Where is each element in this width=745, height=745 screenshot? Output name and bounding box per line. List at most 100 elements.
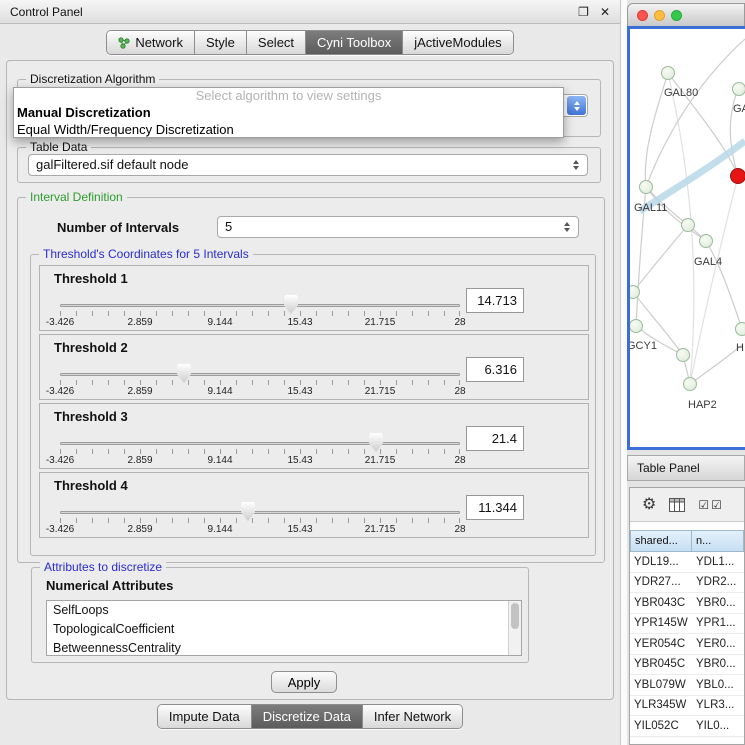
tab-jactivemodules[interactable]: jActiveModules [403,31,512,54]
tab-style[interactable]: Style [195,31,247,54]
close-window-icon[interactable] [637,10,648,21]
network-view-window: GAL80GAGAL11GAL4GCY1HAP2H [627,3,745,450]
tab-network[interactable]: Network [107,31,195,54]
dropdown-option-manual-discretization[interactable]: Manual Discretization [14,104,563,121]
table-cell: YER054C [630,634,692,654]
threshold-label: Threshold 4 [54,478,128,493]
table-cell: YBR0... [692,593,744,613]
table-cell: YIL0... [692,716,744,736]
attribute-item[interactable]: TopologicalCoefficient [47,620,521,639]
network-node[interactable] [732,82,745,96]
select-all-checkbox-icon[interactable]: ☑ [698,498,711,512]
listbox-scrollbar[interactable] [508,601,521,655]
table-cell: YIL052C [630,716,692,736]
network-canvas[interactable]: GAL80GAGAL11GAL4GCY1HAP2H [630,29,745,447]
group-title: Threshold's Coordinates for 5 Intervals [39,247,253,261]
tab-cyni-toolbox[interactable]: Cyni Toolbox [306,31,403,54]
table-header-row: shared...n... [630,530,744,552]
table-cell: YBR0... [692,655,744,675]
select-none-checkbox-icon[interactable]: ☑ [711,498,724,512]
tab-select[interactable]: Select [247,31,306,54]
table-cell: YPR1... [692,614,744,634]
gear-icon[interactable]: ⚙ [642,497,656,513]
table-row[interactable]: YBR043CYBR0... [630,593,744,614]
network-node[interactable] [639,180,653,194]
network-node-label: GCY1 [630,340,657,352]
network-node-highlighted[interactable] [730,168,745,184]
table-cell: YBR043C [630,593,692,613]
slider-ticks [60,518,460,523]
table-data-combobox[interactable]: galFiltered.sif default node [28,154,588,176]
tab-discretize-data[interactable]: Discretize Data [252,705,363,728]
threshold-3-slider[interactable]: -3.426 2.859 9.144 15.43 21.715 28 [60,430,460,468]
scrollbar-thumb[interactable] [511,603,519,629]
combo-stepper-icon[interactable] [570,155,582,175]
slider-track[interactable] [60,511,460,514]
table-row[interactable]: YBL079WYBL0... [630,675,744,696]
table-cell: YDL1... [692,552,744,572]
threshold-1-slider[interactable]: -3.426 2.859 9.144 15.43 21.715 28 [60,292,460,330]
table-row[interactable]: YDL19...YDL1... [630,552,744,573]
network-node[interactable] [683,377,697,391]
threshold-label: Threshold 2 [54,340,128,355]
column-header[interactable]: shared... [630,530,692,552]
table-cell: YLR3... [692,696,744,716]
control-panel-title: Control Panel [10,5,83,19]
network-node[interactable] [735,322,745,336]
network-view-frame: GAL80GAGAL11GAL4GCY1HAP2H [627,26,745,450]
group-title: Table Data [26,140,91,154]
column-header[interactable]: n... [692,530,744,552]
numerical-attributes-label: Numerical Attributes [46,578,173,593]
slider-track[interactable] [60,304,460,307]
columns-icon[interactable] [669,498,685,512]
network-node-label: GAL4 [694,256,722,268]
table-row[interactable]: YDR27...YDR2... [630,573,744,594]
dropdown-option-equal-width[interactable]: Equal Width/Frequency Discretization [14,121,563,138]
minimize-window-icon[interactable] [654,10,665,21]
algorithm-dropdown-popup: Select algorithm to view settings Manual… [13,87,564,138]
number-of-intervals-combobox[interactable]: 5 [217,216,579,238]
slider-track[interactable] [60,373,460,376]
float-window-icon[interactable]: ❐ [578,5,589,19]
zoom-window-icon[interactable] [671,10,682,21]
threshold-1-value-field[interactable]: 14.713 [466,288,524,313]
close-panel-icon[interactable]: ✕ [600,5,610,19]
network-node[interactable] [699,234,713,248]
network-node[interactable] [661,66,675,80]
threshold-4-value-field[interactable]: 11.344 [466,495,524,520]
table-row[interactable]: YLR345WYLR3... [630,696,744,717]
table-row[interactable]: YBR045CYBR0... [630,655,744,676]
threshold-3-value-field[interactable]: 21.4 [466,426,524,451]
bottom-tabbar: Impute DataDiscretize DataInfer Network [0,704,620,729]
threshold-label: Threshold 3 [54,409,128,424]
combo-stepper-icon[interactable] [567,96,586,115]
attributes-listbox[interactable]: SelfLoopsTopologicalCoefficientBetweenne… [46,600,522,656]
tab-impute-data[interactable]: Impute Data [158,705,252,728]
table-row[interactable]: YIL052CYIL0... [630,716,744,737]
table-panel-body: ⚙ ☑☑ shared...n... YDL19...YDL1...YDR27.… [629,487,745,745]
number-of-intervals-label: Number of Intervals [57,220,179,235]
table-toolbar: ⚙ ☑☑ [630,488,744,522]
slider-tick-labels: -3.426 2.859 9.144 15.43 21.715 28 [60,524,460,536]
table-panel-title: Table Panel [637,461,700,475]
table-row[interactable]: YPR145WYPR1... [630,614,744,635]
tab-infer-network[interactable]: Infer Network [363,705,462,728]
threshold-4-slider[interactable]: -3.426 2.859 9.144 15.43 21.715 28 [60,499,460,537]
apply-button[interactable]: Apply [271,671,337,693]
slider-track[interactable] [60,442,460,445]
attribute-item[interactable]: SelfLoops [47,601,521,620]
network-node-label: GAL80 [664,87,698,99]
network-node[interactable] [676,348,690,362]
table-row[interactable]: YER054CYER0... [630,634,744,655]
network-node[interactable] [681,218,695,232]
attribute-item[interactable]: BetweennessCentrality [47,639,521,656]
number-of-intervals-value: 5 [225,219,232,234]
thresholds-group: Threshold's Coordinates for 5 Intervals … [30,254,596,556]
combo-stepper-icon[interactable] [561,217,573,237]
threshold-2-value-field[interactable]: 6.316 [466,357,524,382]
attributes-to-discretize-group: Attributes to discretize Numerical Attri… [31,567,529,663]
table-cell: YBR045C [630,655,692,675]
table-cell: YDL19... [630,552,692,572]
threshold-2-slider[interactable]: -3.426 2.859 9.144 15.43 21.715 28 [60,361,460,399]
network-node-label: GAL11 [634,202,667,214]
